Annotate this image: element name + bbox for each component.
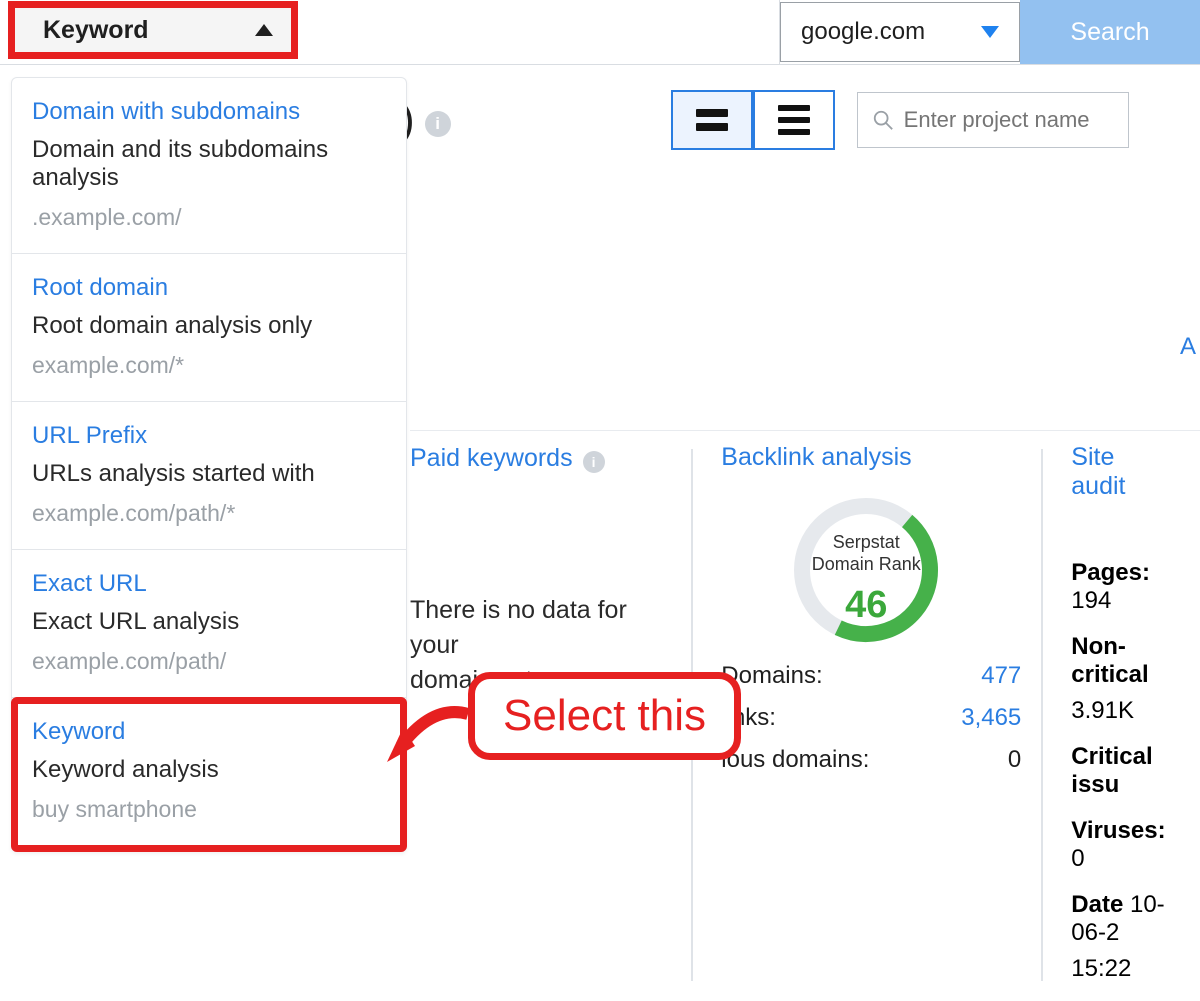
info-icon[interactable]: i bbox=[425, 111, 451, 137]
dropdown-option-example: .example.com/ bbox=[32, 204, 386, 231]
dropdown-option-example: example.com/path/ bbox=[32, 648, 386, 675]
audit-viruses: Viruses: 0 bbox=[1071, 817, 1170, 873]
dropdown-option-root-domain[interactable]: Root domain Root domain analysis only ex… bbox=[12, 254, 406, 402]
dropdown-option-title: Root domain bbox=[32, 274, 386, 302]
dropdown-option-desc: Domain and its subdomains analysis bbox=[32, 136, 386, 192]
audit-pages: Pages: 194 bbox=[1071, 559, 1170, 615]
caret-up-icon bbox=[255, 24, 273, 36]
dropdown-option-example: example.com/* bbox=[32, 352, 386, 379]
view-toggle-list[interactable] bbox=[753, 90, 835, 150]
search-icon bbox=[872, 109, 894, 131]
stat-malicious: ious domains: 0 bbox=[721, 746, 1021, 774]
dropdown-option-example: buy smartphone bbox=[32, 796, 386, 823]
dropdown-option-exact-url[interactable]: Exact URL Exact URL analysis example.com… bbox=[12, 550, 406, 698]
dropdown-option-desc: Keyword analysis bbox=[32, 756, 386, 784]
search-type-label: Keyword bbox=[43, 16, 149, 45]
project-search[interactable] bbox=[857, 92, 1129, 148]
right-link[interactable]: A bbox=[1180, 333, 1196, 361]
stat-domains: Domains: 477 bbox=[721, 662, 1021, 690]
paid-keywords-title: Paid keywords i bbox=[410, 443, 661, 473]
database-selector[interactable]: google.com bbox=[780, 2, 1020, 62]
project-search-input[interactable] bbox=[904, 107, 1104, 133]
audit-date: Date 10-06-2 bbox=[1071, 891, 1170, 947]
backlink-analysis-card: Backlink analysis Serpstat Domain Rank 4… bbox=[691, 443, 1041, 1001]
dropdown-option-title: Keyword bbox=[32, 718, 386, 746]
arrow-icon bbox=[383, 684, 478, 774]
dropdown-option-title: Domain with subdomains bbox=[32, 98, 386, 126]
dropdown-option-url-prefix[interactable]: URL Prefix URLs analysis started with ex… bbox=[12, 402, 406, 550]
search-button[interactable]: Search bbox=[1020, 0, 1200, 64]
dropdown-option-desc: Root domain analysis only bbox=[32, 312, 386, 340]
annotation-text: Select this bbox=[468, 672, 741, 760]
view-toggle-compact[interactable] bbox=[671, 90, 753, 150]
info-icon[interactable]: i bbox=[583, 451, 605, 473]
dropdown-option-desc: Exact URL analysis bbox=[32, 608, 386, 636]
dropdown-option-domain-subdomains[interactable]: Domain with subdomains Domain and its su… bbox=[12, 78, 406, 254]
dropdown-option-desc: URLs analysis started with bbox=[32, 460, 386, 488]
dropdown-option-title: URL Prefix bbox=[32, 422, 386, 450]
search-type-dropdown: Domain with subdomains Domain and its su… bbox=[11, 77, 407, 852]
donut-label: Serpstat Domain Rank bbox=[786, 532, 946, 575]
dropdown-option-example: example.com/path/* bbox=[32, 500, 386, 527]
audit-noncritical-value: 3.91K bbox=[1071, 697, 1170, 725]
backlink-title[interactable]: Backlink analysis bbox=[721, 443, 1011, 472]
site-audit-title[interactable]: Site audit bbox=[1071, 443, 1170, 501]
caret-down-icon bbox=[981, 26, 999, 38]
domain-rank-donut: Serpstat Domain Rank 46 bbox=[721, 490, 1011, 650]
audit-noncritical-label: Non-critical bbox=[1071, 633, 1170, 689]
search-type-selector[interactable]: Keyword bbox=[8, 1, 298, 59]
dropdown-option-title: Exact URL bbox=[32, 570, 386, 598]
site-audit-card: Site audit Pages: 194 Non-critical 3.91K… bbox=[1041, 443, 1200, 1001]
view-toggle-group bbox=[671, 90, 835, 150]
audit-time: 15:22 bbox=[1071, 955, 1170, 983]
annotation-callout: Select this bbox=[468, 672, 741, 760]
stat-links: links: 3,465 bbox=[721, 704, 1021, 732]
database-value: google.com bbox=[801, 18, 925, 46]
domain-rank-value: 46 bbox=[786, 584, 946, 627]
audit-critical-label: Critical issu bbox=[1071, 743, 1170, 799]
dropdown-option-keyword[interactable]: Keyword Keyword analysis buy smartphone bbox=[11, 697, 407, 852]
main-search-input[interactable] bbox=[300, 0, 780, 64]
